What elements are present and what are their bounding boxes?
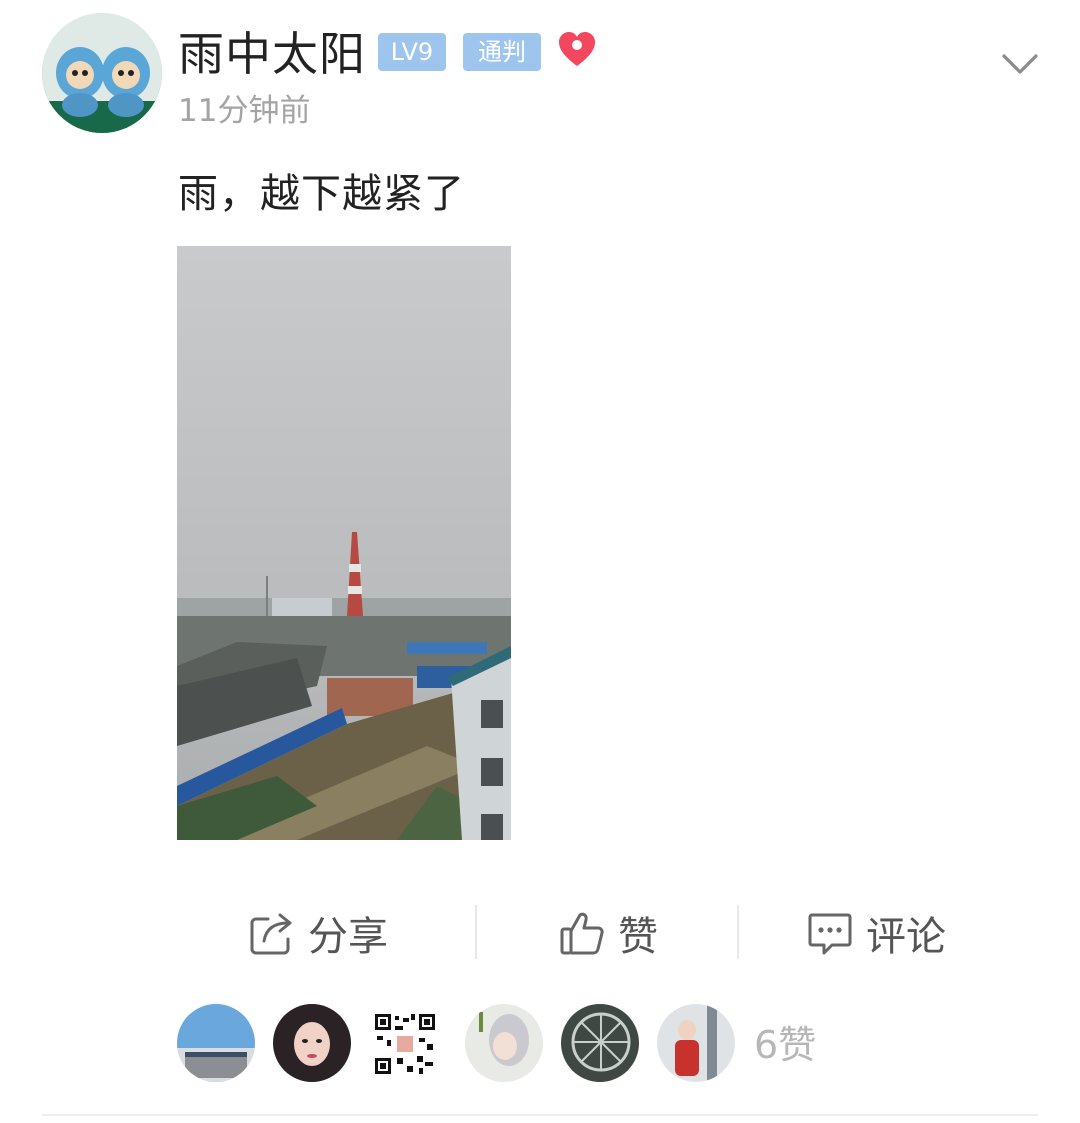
liker-avatar[interactable] — [273, 1004, 351, 1082]
like-label: 赞 — [618, 913, 658, 960]
chevron-down-icon[interactable] — [998, 42, 1042, 86]
share-button[interactable]: 分享 — [248, 895, 388, 970]
like-button[interactable]: 赞 — [558, 895, 658, 970]
liker-avatar[interactable] — [373, 1012, 437, 1076]
action-divider — [475, 905, 477, 959]
post-text: 雨，越下越紧了 — [178, 171, 465, 217]
comment-label: 评论 — [866, 913, 946, 960]
user-avatar[interactable] — [42, 13, 162, 133]
feed-post: 雨中太阳 LV9 通判 11分钟前 雨，越下越紧了 分享 赞 评论 6赞 — [0, 0, 1080, 1123]
post-photo[interactable] — [177, 246, 511, 840]
share-label: 分享 — [308, 913, 388, 960]
liker-avatar[interactable] — [177, 1004, 255, 1082]
heart-icon — [559, 32, 595, 66]
post-action-bar: 分享 赞 评论 — [140, 895, 1000, 970]
comment-icon — [808, 913, 852, 954]
comment-button[interactable]: 评论 — [806, 895, 946, 970]
post-divider — [42, 1114, 1038, 1116]
thumbs-up-icon — [560, 912, 604, 954]
liker-avatar[interactable] — [465, 1004, 543, 1082]
liker-avatar[interactable] — [561, 1004, 639, 1082]
action-divider — [737, 905, 739, 959]
liker-avatar[interactable] — [657, 1004, 735, 1082]
level-badge: LV9 — [378, 33, 446, 71]
role-badge: 通判 — [463, 33, 541, 71]
username[interactable]: 雨中太阳 — [178, 24, 366, 84]
like-count[interactable]: 6赞 — [754, 1020, 816, 1070]
share-icon — [250, 913, 292, 954]
post-timestamp: 11分钟前 — [178, 93, 311, 129]
